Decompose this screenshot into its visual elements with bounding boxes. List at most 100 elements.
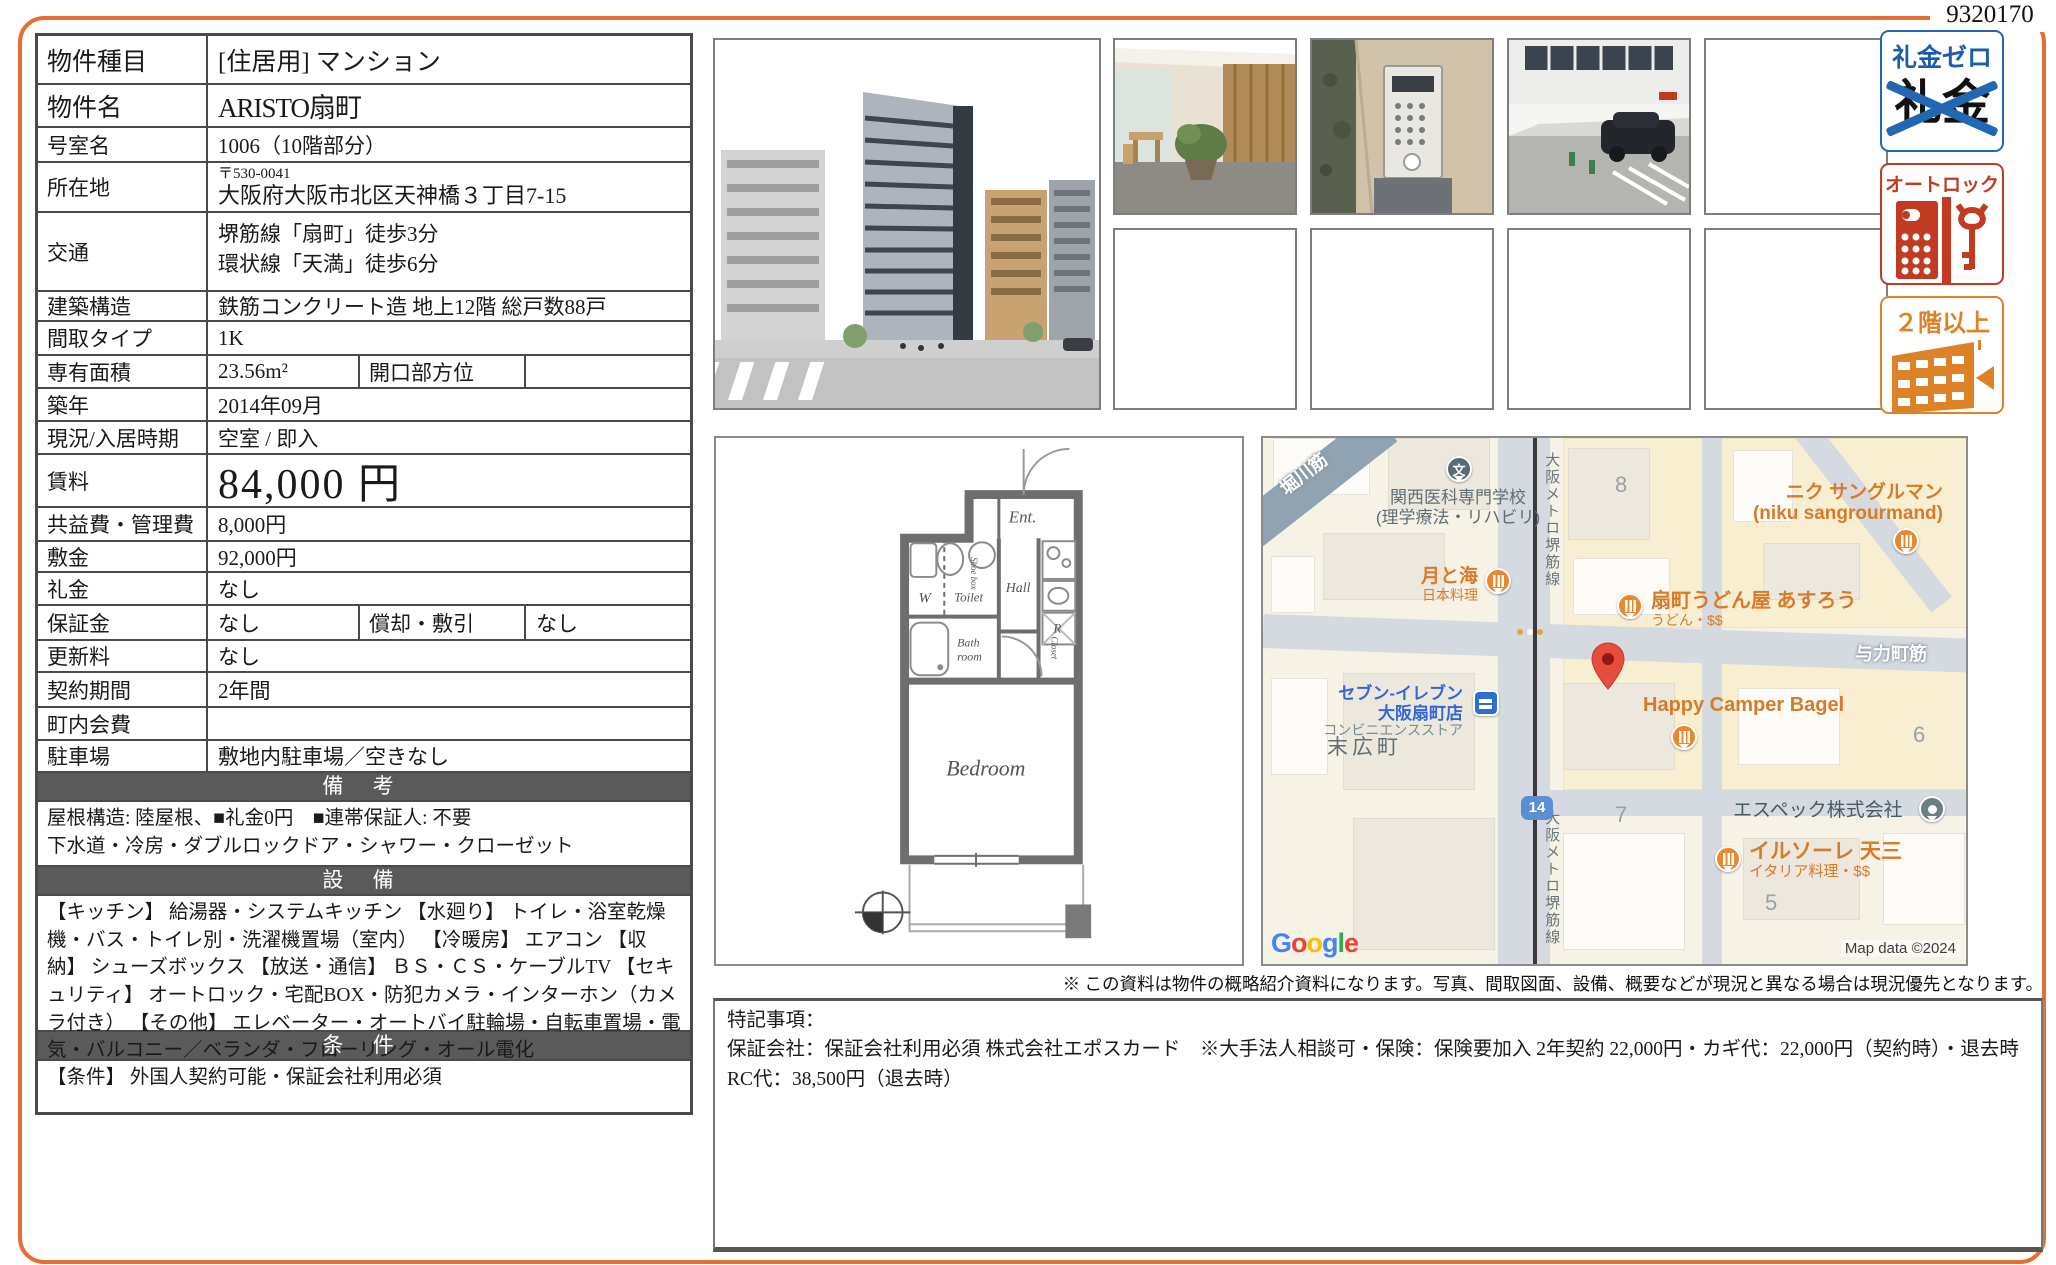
row-label: 礼金 bbox=[38, 573, 208, 604]
block-number-6: 6 bbox=[1913, 722, 1925, 748]
row-value bbox=[208, 708, 690, 739]
rail-label-bottom: 大阪メトロ堺筋線 bbox=[1543, 810, 1560, 946]
transit-line-1: 堺筋線「扇町」徒歩3分 bbox=[218, 218, 439, 248]
table-row: 町内会費 bbox=[38, 706, 690, 739]
special-notes-title: 特記事項： bbox=[727, 1006, 2029, 1035]
poi-school-label: 関西医科専門学校 (理学療法・リハビリ) bbox=[1318, 488, 1598, 527]
fork-knife-glyph bbox=[1493, 575, 1504, 587]
table-row: 共益費・管理費 8,000円 bbox=[38, 506, 690, 540]
table-row: 間取タイプ 1K bbox=[38, 320, 690, 354]
table-row: 敷金 92,000円 bbox=[38, 540, 690, 571]
crossed-out-reikin-text: 礼金 bbox=[1894, 78, 1990, 131]
table-row: 建築構造 鉄筋コンクリート造 地上12階 総戸数88戸 bbox=[38, 290, 690, 320]
remarks-header: 備 考 bbox=[38, 771, 690, 800]
badge-no-key-money: 礼金ゼロ 礼金 bbox=[1880, 30, 2004, 152]
photo-lobby bbox=[1113, 38, 1297, 215]
block-number-5: 5 bbox=[1765, 890, 1777, 916]
row-value: 堺筋線「扇町」徒歩3分 環状線「天満」徒歩6分 bbox=[208, 213, 690, 290]
special-notes-box: 特記事項： 保証会社：保証会社利用必須 株式会社エポスカード ※大手法人相談可・… bbox=[713, 998, 2043, 1252]
crossing-dot bbox=[1527, 629, 1533, 635]
poi-espec-label: エスペック株式会社 bbox=[1733, 800, 1903, 822]
floorplan-label-closet: Closet bbox=[1049, 636, 1059, 659]
map-panel: 堀川筋 大阪メトロ堺筋線 大阪メトロ堺筋線 与力町筋 14 3 8 6 7 5 … bbox=[1261, 436, 1968, 966]
floorplan-label-fridge: R bbox=[1052, 622, 1061, 636]
google-letter: g bbox=[1322, 928, 1338, 958]
row-value: なし bbox=[208, 606, 360, 639]
table-row: 所在地 〒530-0041 大阪府大阪市北区天神橋３丁目7-15 bbox=[38, 161, 690, 211]
poi-ilsole-label: イルソーレ 天三 bbox=[1749, 840, 1902, 864]
photo-empty-1 bbox=[1704, 38, 1888, 215]
table-row: 号室名 1006（10階部分） bbox=[38, 126, 690, 161]
transit-line-2: 環状線「天満」徒歩6分 bbox=[218, 248, 439, 278]
poi-tsukitoumi-label: 月と海 bbox=[1363, 566, 1478, 587]
pin-dot bbox=[1928, 805, 1937, 814]
route-14-shield: 14 bbox=[1521, 796, 1553, 820]
row-label: 更新料 bbox=[38, 641, 208, 671]
row-label: 築年 bbox=[38, 389, 208, 420]
parking-illustration bbox=[1509, 40, 1689, 213]
row-label: 賃料 bbox=[38, 455, 208, 506]
row-value: 23.56m² bbox=[208, 356, 360, 387]
floorplan-label-shoebox: Shoe box bbox=[969, 557, 979, 589]
photo-parking bbox=[1507, 38, 1691, 215]
photo-empty-5 bbox=[1704, 228, 1888, 410]
row-value: なし bbox=[208, 573, 690, 604]
restaurant-pin-icon bbox=[1715, 846, 1741, 872]
company-pin-icon bbox=[1919, 796, 1945, 822]
crossing-dot bbox=[1517, 629, 1523, 635]
restaurant-pin-icon bbox=[1893, 528, 1919, 554]
road-label-yorikimachi: 与力町筋 bbox=[1855, 644, 1927, 665]
map-building bbox=[1353, 818, 1495, 950]
row-label: 保証金 bbox=[38, 606, 208, 639]
restaurant-pin-icon bbox=[1671, 724, 1697, 750]
row-label: 共益費・管理費 bbox=[38, 508, 208, 540]
google-letter: e bbox=[1344, 928, 1358, 958]
block-number-8: 8 bbox=[1615, 472, 1627, 498]
row-value: 92,000円 bbox=[208, 542, 690, 571]
google-letter: o bbox=[1307, 928, 1323, 958]
row-value: [住居用] マンション bbox=[208, 36, 690, 83]
google-letter: G bbox=[1271, 928, 1291, 958]
table-row: 保証金 なし 償却・敷引 なし bbox=[38, 604, 690, 639]
floorplan-label-bedroom: Bedroom bbox=[946, 756, 1025, 780]
row-label: 所在地 bbox=[38, 163, 208, 211]
row-value: なし bbox=[208, 641, 690, 671]
table-row: 交通 堺筋線「扇町」徒歩3分 環状線「天満」徒歩6分 bbox=[38, 211, 690, 290]
table-row: 現況/入居時期 空室 / 即入 bbox=[38, 420, 690, 453]
row-label: 物件種目 bbox=[38, 36, 208, 83]
row-sub-value: なし bbox=[526, 606, 690, 639]
autolock-icon bbox=[1892, 197, 1992, 283]
rent-value: 84,000 円 bbox=[208, 455, 690, 506]
row-label: 間取タイプ bbox=[38, 322, 208, 354]
photo-intercom bbox=[1310, 38, 1494, 215]
row-label: 敷金 bbox=[38, 542, 208, 571]
document-number: 9320170 bbox=[1930, 0, 2050, 32]
map-building bbox=[1271, 556, 1315, 613]
photo-empty-3 bbox=[1310, 228, 1494, 410]
address: 大阪府大阪市北区天神橋３丁目7-15 bbox=[218, 183, 566, 208]
poi-udon-label: 扇町うどん屋 あすろう bbox=[1651, 590, 1857, 612]
restaurant-pin-icon bbox=[1617, 593, 1643, 619]
special-notes-body: 保証会社：保証会社利用必須 株式会社エポスカード ※大手法人相談可・保険：保険要… bbox=[727, 1035, 2029, 1094]
poi-seveneleven-label: セブン-イレブン 大阪扇町店 bbox=[1293, 684, 1463, 723]
row-label: 現況/入居時期 bbox=[38, 422, 208, 453]
badge-autolock: オートロック bbox=[1880, 163, 2004, 285]
block-number-7: 7 bbox=[1615, 802, 1627, 828]
row-label: 交通 bbox=[38, 213, 208, 290]
property-location-pin bbox=[1590, 642, 1626, 690]
poi-niku-label: ニク サングルマン (niku sangrourmand) bbox=[1693, 482, 1943, 525]
row-sub-label: 償却・敷引 bbox=[360, 606, 526, 639]
floorplan-label-toilet: Toilet bbox=[954, 591, 983, 605]
row-sub-label: 開口部方位 bbox=[360, 356, 526, 387]
floorplan-label-entrance: Ent. bbox=[1008, 507, 1037, 526]
row-label: 町内会費 bbox=[38, 708, 208, 739]
google-logo: Google bbox=[1271, 928, 1358, 959]
fork-knife-glyph bbox=[1679, 731, 1690, 743]
row-value: 空室 / 即入 bbox=[208, 422, 690, 453]
row-label: 駐車場 bbox=[38, 741, 208, 771]
remarks-line-1: 屋根構造: 陸屋根、■礼金0円 ■連帯保証人: 不要 bbox=[47, 805, 681, 833]
row-label: 専有面積 bbox=[38, 356, 208, 387]
table-row: 物件種目 [住居用] マンション bbox=[38, 36, 690, 83]
lobby-illustration bbox=[1115, 40, 1295, 213]
poi-tsukitoumi-sub: 日本料理 bbox=[1363, 588, 1478, 604]
